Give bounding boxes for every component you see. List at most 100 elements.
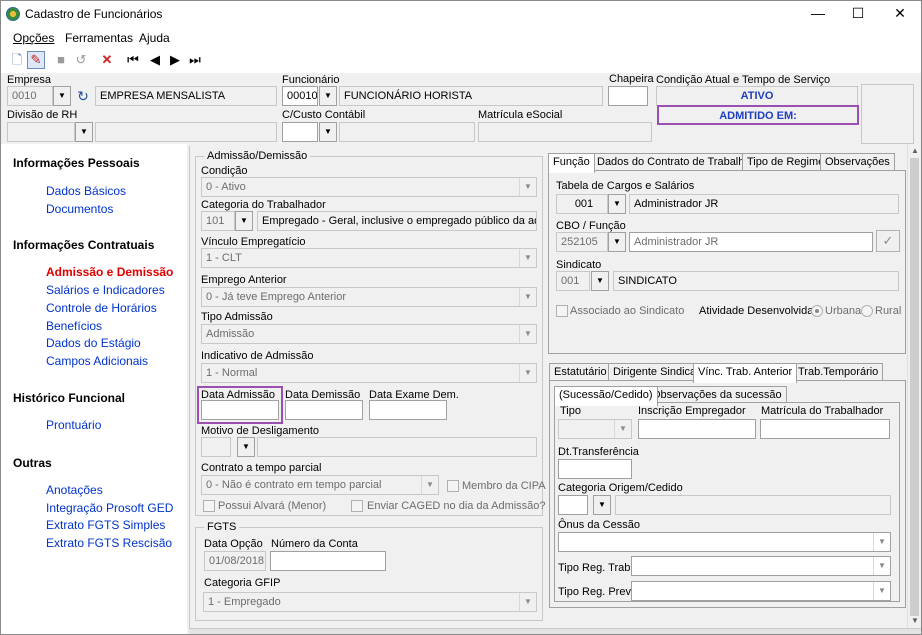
- nav-item-anotacoes[interactable]: Anotações: [46, 483, 103, 497]
- funcionario-code-field[interactable]: 00010: [282, 86, 318, 106]
- enviar-caged-checkbox[interactable]: [351, 500, 363, 512]
- emprego-anterior-label: Emprego Anterior: [201, 274, 287, 286]
- nav-item-ged[interactable]: Integração Prosoft GED: [46, 501, 173, 515]
- undo-icon[interactable]: ↺: [73, 52, 89, 68]
- menu-opcoes[interactable]: Opções: [13, 31, 54, 45]
- tab-estatutario[interactable]: Estatutário: [549, 363, 612, 381]
- scroll-up-icon[interactable]: ▲: [911, 146, 919, 155]
- empresa-code-field[interactable]: 0010: [7, 86, 53, 106]
- cbo-code-field[interactable]: 252105: [556, 232, 608, 252]
- emprego-anterior-select[interactable]: 0 - Já teve Emprego Anterior ▼: [201, 287, 537, 307]
- tipo-reg-prev-select[interactable]: ▼: [631, 581, 891, 601]
- vinculo-select[interactable]: 1 - CLT ▼: [201, 248, 537, 268]
- funcionario-name-field: FUNCIONÁRIO HORISTA: [339, 86, 603, 106]
- motivo-dropdown-button[interactable]: ▼: [237, 437, 255, 457]
- inscricao-empregador-field[interactable]: [638, 419, 756, 439]
- tab-trab-temporario[interactable]: Trab.Temporário: [793, 363, 884, 381]
- tab-dirigente-sindical[interactable]: Dirigente Sindical: [608, 363, 704, 381]
- data-demissao-field[interactable]: [285, 400, 363, 420]
- dt-transferencia-field[interactable]: [558, 459, 632, 479]
- tabela-dropdown-button[interactable]: ▼: [608, 194, 626, 214]
- tipo-admissao-select[interactable]: Admissão ▼: [201, 324, 537, 344]
- rural-radio[interactable]: [861, 305, 873, 317]
- matricula-esocial-field[interactable]: [478, 122, 652, 142]
- empresa-dropdown-button[interactable]: ▼: [53, 86, 71, 106]
- close-button[interactable]: ✕: [877, 1, 921, 27]
- matricula-trabalhador-field[interactable]: [760, 419, 890, 439]
- new-record-icon[interactable]: 🗋: [9, 52, 25, 68]
- scrollbar-thumb[interactable]: [910, 158, 919, 616]
- indicativo-select[interactable]: 1 - Normal ▼: [201, 363, 537, 383]
- menu-ajuda[interactable]: Ajuda: [139, 31, 170, 45]
- first-record-icon[interactable]: ⏮: [125, 52, 141, 68]
- tab-dados-contrato[interactable]: Dados do Contrato de Trabalho: [592, 153, 756, 171]
- data-opcao-field[interactable]: 01/08/2018: [204, 551, 266, 571]
- data-exame-field[interactable]: [369, 400, 447, 420]
- cbo-dropdown-button[interactable]: ▼: [608, 232, 626, 252]
- contrato-parcial-select[interactable]: 0 - Não é contrato em tempo parcial ▼: [201, 475, 439, 495]
- nav-item-salarios[interactable]: Salários e Indicadores: [46, 283, 165, 297]
- sindicato-name-field: SINDICATO: [613, 271, 899, 291]
- condicao-select[interactable]: 0 - Ativo ▼: [201, 177, 537, 197]
- maximize-button[interactable]: ☐: [835, 1, 881, 27]
- categoria-dropdown-button[interactable]: ▼: [235, 211, 253, 231]
- refresh-icon[interactable]: ↻: [75, 88, 91, 104]
- nav-item-campos-adicionais[interactable]: Campos Adicionais: [46, 354, 148, 368]
- contrato-parcial-value: 0 - Não é contrato em tempo parcial: [206, 479, 382, 491]
- data-admissao-field[interactable]: [201, 400, 279, 420]
- nav-item-documentos[interactable]: Documentos: [46, 202, 113, 216]
- nav-item-fgts-simples[interactable]: Extrato FGTS Simples: [46, 518, 165, 532]
- divisao-dropdown-button[interactable]: ▼: [75, 122, 93, 142]
- next-record-icon[interactable]: ▶: [167, 52, 183, 68]
- divisao-code-field[interactable]: [7, 122, 75, 142]
- nav-item-dados-basicos[interactable]: Dados Básicos: [46, 184, 126, 198]
- cbo-name-field[interactable]: Administrador JR: [629, 232, 873, 252]
- custo-code-field[interactable]: [282, 122, 318, 142]
- app-icon: [6, 7, 20, 21]
- associado-sindicato-label: Associado ao Sindicato: [570, 305, 685, 317]
- save-icon[interactable]: ■: [53, 52, 69, 68]
- motivo-code-field[interactable]: [201, 437, 231, 457]
- tab-funcao[interactable]: Função: [548, 153, 595, 173]
- menu-ferramentas[interactable]: Ferramentas: [65, 31, 133, 45]
- associado-sindicato-checkbox[interactable]: [556, 305, 568, 317]
- tab-observacoes[interactable]: Observações: [820, 153, 895, 171]
- categoria-gfip-select[interactable]: 1 - Empregado ▼: [203, 592, 537, 612]
- tabela-name-field: Administrador JR: [629, 194, 899, 214]
- tab-vinc-trab-anterior[interactable]: Vínc. Trab. Anterior: [693, 363, 798, 383]
- chapeira-field[interactable]: [608, 86, 648, 106]
- urbana-radio[interactable]: [811, 305, 823, 317]
- onus-cessao-select[interactable]: ▼: [558, 532, 891, 552]
- vertical-scrollbar[interactable]: ▲ ▼: [907, 144, 921, 628]
- nav-item-horarios[interactable]: Controle de Horários: [46, 301, 157, 315]
- nav-item-admissao-demissao[interactable]: Admissão e Demissão: [46, 265, 173, 279]
- tab-tipo-regime[interactable]: Tipo de Regime: [742, 153, 830, 171]
- confirm-check-icon[interactable]: ✓: [876, 230, 900, 252]
- categoria-code-field[interactable]: 101: [201, 211, 235, 231]
- numero-conta-field[interactable]: [270, 551, 386, 571]
- previous-record-icon[interactable]: ◀: [147, 52, 163, 68]
- membro-cipa-checkbox[interactable]: [447, 480, 459, 492]
- possui-alvara-checkbox[interactable]: [203, 500, 215, 512]
- categoria-origem-code-field[interactable]: [558, 495, 588, 515]
- tipo-select[interactable]: ▼: [558, 419, 632, 439]
- scroll-down-icon[interactable]: ▼: [911, 616, 919, 625]
- nav-item-fgts-rescisao[interactable]: Extrato FGTS Rescisão: [46, 536, 172, 550]
- last-record-icon[interactable]: ⏭: [187, 52, 203, 68]
- nav-item-beneficios[interactable]: Benefícios: [46, 319, 102, 333]
- custo-dropdown-button[interactable]: ▼: [319, 122, 337, 142]
- edit-icon[interactable]: ✎: [27, 51, 45, 69]
- funcionario-dropdown-button[interactable]: ▼: [319, 86, 337, 106]
- nav-item-estagio[interactable]: Dados do Estágio: [46, 336, 141, 350]
- nav-item-prontuario[interactable]: Prontuário: [46, 418, 101, 432]
- tab-sucessao-cedido[interactable]: (Sucessão/Cedido): [554, 386, 658, 406]
- categoria-origem-dropdown-button[interactable]: ▼: [593, 495, 611, 515]
- delete-icon[interactable]: ✕: [99, 52, 115, 68]
- funcionario-label: Funcionário: [282, 74, 340, 86]
- chevron-down-icon: ▼: [519, 178, 536, 196]
- fgts-group-title: FGTS: [204, 521, 240, 533]
- sindicato-dropdown-button[interactable]: ▼: [591, 271, 609, 291]
- tabela-code-field[interactable]: 001: [556, 194, 608, 214]
- sindicato-code-field[interactable]: 001: [556, 271, 590, 291]
- tipo-reg-trab-select[interactable]: ▼: [631, 556, 891, 576]
